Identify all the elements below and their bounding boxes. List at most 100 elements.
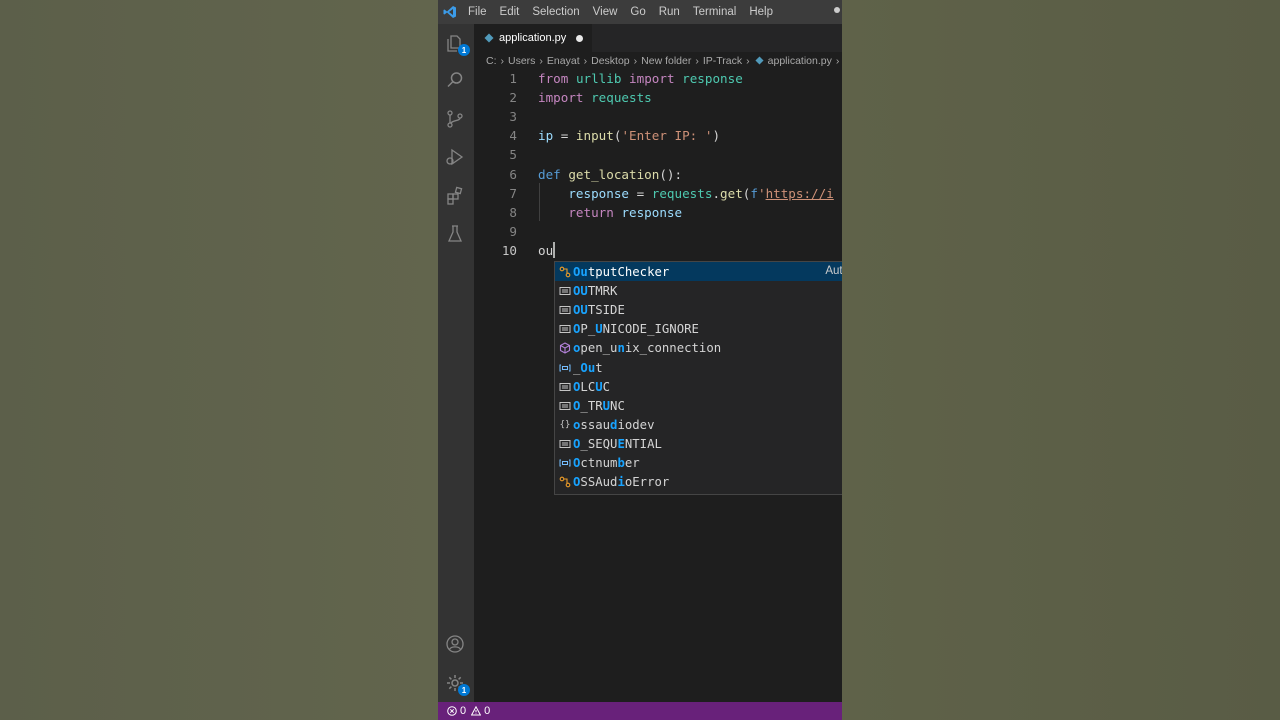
suggestion-label: Octnumber <box>573 455 640 470</box>
code-text: import requests <box>538 90 652 105</box>
activity-bar: 1 1 <box>438 24 474 702</box>
constant-icon <box>557 319 573 338</box>
suggestion-label: ossaudiodev <box>573 417 655 432</box>
code-text: def get_location(): <box>538 167 683 182</box>
line-number: 5 <box>509 147 517 162</box>
menu-view[interactable]: View <box>593 6 618 18</box>
menu-terminal[interactable]: Terminal <box>693 6 736 18</box>
variable-icon <box>557 453 573 472</box>
breadcrumb-item[interactable]: C: <box>486 55 497 67</box>
menu-selection[interactable]: Selection <box>532 6 579 18</box>
problems-status[interactable]: 0 0 <box>447 705 490 717</box>
warning-count: 0 <box>484 705 491 717</box>
status-bar: 0 0 <box>438 702 842 720</box>
chevron-right-icon: › <box>695 54 699 67</box>
menu-edit[interactable]: Edit <box>500 6 520 18</box>
tab-application-py[interactable]: application.py <box>474 24 592 52</box>
code-line[interactable]: 9 <box>474 222 842 241</box>
menu-file[interactable]: File <box>468 6 487 18</box>
code-line[interactable]: 6 def get_location(): <box>474 165 842 184</box>
python-file-icon <box>484 33 494 43</box>
code-line[interactable]: 7 response = requests.get(f'https://i <box>474 184 842 203</box>
suggestion-item[interactable]: O_SEQUENTIAL <box>555 434 842 453</box>
code-text: ou <box>538 242 556 258</box>
code-line[interactable]: 4 ip = input('Enter IP: ') <box>474 126 842 145</box>
code-line[interactable]: 3 <box>474 107 842 126</box>
code-line[interactable]: 1 from urllib import response <box>474 69 842 88</box>
extensions-icon[interactable] <box>444 185 466 207</box>
suggestion-detail: Auto <box>825 265 842 277</box>
account-icon[interactable] <box>444 633 466 655</box>
title-bar: File Edit Selection View Go Run Terminal… <box>438 0 842 24</box>
menu-help[interactable]: Help <box>749 6 773 18</box>
suggestion-label: open_unix_connection <box>573 340 722 355</box>
testing-icon[interactable] <box>444 223 466 245</box>
breadcrumb-item[interactable]: application.py <box>768 55 832 67</box>
suggestion-label: OSSAudioError <box>573 474 670 489</box>
code-line[interactable]: 2 import requests <box>474 88 842 107</box>
explorer-icon[interactable]: 1 <box>444 32 470 56</box>
constant-icon <box>557 396 573 415</box>
code-text: ip = input('Enter IP: ') <box>538 128 721 143</box>
source-control-icon[interactable] <box>444 108 466 130</box>
suggestion-item[interactable]: OUTSIDE <box>555 300 842 319</box>
autocomplete-suggest-widget[interactable]: OutputChecker Auto OUTMRK OUTSIDE OP_UNICODE… <box>554 261 842 495</box>
line-number: 10 <box>501 243 517 258</box>
suggestion-label: OutputChecker <box>573 264 670 279</box>
constant-icon <box>557 377 573 396</box>
line-number: 6 <box>509 167 517 182</box>
suggestion-item[interactable]: OLCUC <box>555 377 842 396</box>
vscode-logo-icon <box>442 4 458 20</box>
tab-bar: application.py <box>474 24 842 52</box>
breadcrumb-item[interactable]: New folder <box>641 55 691 67</box>
code-text: from urllib import response <box>538 71 743 86</box>
menu-run[interactable]: Run <box>659 6 680 18</box>
code-line[interactable]: 8 return response <box>474 203 842 222</box>
code-text: response = requests.get(f'https://i <box>568 186 834 201</box>
line-number: 4 <box>509 128 517 143</box>
suggestion-item[interactable]: O_TRUNC <box>555 396 842 415</box>
breadcrumb-item[interactable]: IP-Track <box>703 55 742 67</box>
suggestion-item[interactable]: OP_UNICODE_IGNORE <box>555 319 842 338</box>
error-icon <box>447 706 457 716</box>
constant-icon <box>557 300 573 319</box>
suggestion-label: OUTMRK <box>573 283 618 298</box>
suggestion-label: O_SEQUENTIAL <box>573 436 662 451</box>
unsaved-dot-icon[interactable] <box>576 34 584 42</box>
line-number: 9 <box>509 224 517 239</box>
suggestion-item[interactable]: _Out <box>555 358 842 377</box>
background-right <box>842 0 1280 720</box>
text-cursor <box>553 242 556 258</box>
suggestion-item[interactable]: Octnumber <box>555 453 842 472</box>
chevron-right-icon: › <box>500 54 505 67</box>
method-icon <box>557 338 573 357</box>
suggestion-label: OUTSIDE <box>573 302 625 317</box>
menu-go[interactable]: Go <box>630 6 645 18</box>
chevron-right-icon: › <box>539 54 543 67</box>
class-icon <box>557 472 573 491</box>
variable-icon <box>557 358 573 377</box>
chevron-right-icon: › <box>746 54 750 67</box>
suggestion-item[interactable]: {} ossaudiodev <box>555 415 842 434</box>
breadcrumb-item[interactable]: Users <box>508 55 535 67</box>
suggestion-item[interactable]: open_unix_connection <box>555 338 842 357</box>
line-number: 1 <box>509 71 517 86</box>
search-icon[interactable] <box>444 69 466 91</box>
module-icon: {} <box>559 419 571 430</box>
run-debug-icon[interactable] <box>444 146 466 168</box>
line-number: 7 <box>509 186 517 201</box>
chevron-right-icon: › <box>633 54 638 67</box>
suggestion-item[interactable]: OSSAudioError <box>555 472 842 491</box>
class-icon <box>557 262 573 281</box>
code-line[interactable]: 10 ou <box>474 241 842 260</box>
breadcrumb: C: › Users › Enayat › Desktop › New fold… <box>474 52 842 69</box>
suggestion-label: OP_UNICODE_IGNORE <box>573 321 699 336</box>
code-line[interactable]: 5 <box>474 145 842 164</box>
suggestion-item[interactable]: OutputChecker Auto <box>555 262 842 281</box>
code-text: return response <box>568 205 683 220</box>
explorer-badge: 1 <box>458 44 470 56</box>
breadcrumb-item[interactable]: Desktop <box>591 55 630 67</box>
suggestion-item[interactable]: OUTMRK <box>555 281 842 300</box>
breadcrumb-item[interactable]: Enayat <box>547 55 580 67</box>
settings-gear-icon[interactable]: 1 <box>444 672 470 696</box>
